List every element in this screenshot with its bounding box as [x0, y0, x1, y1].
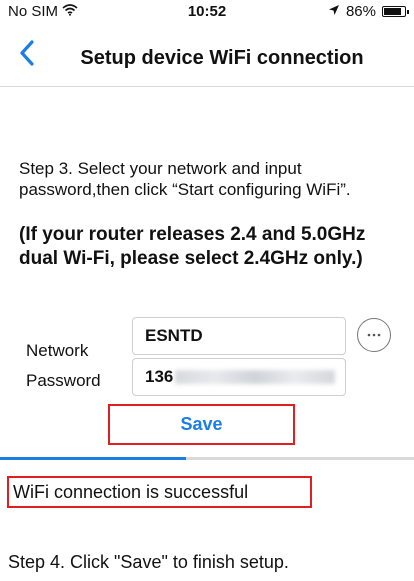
save-button[interactable]: Save [108, 404, 295, 445]
network-label: Network [26, 341, 89, 360]
success-text: WiFi connection is successful [13, 481, 249, 502]
network-picker-button[interactable] [357, 318, 391, 352]
status-bar: No SIM 10:52 86% [0, 0, 414, 22]
battery-level [384, 7, 402, 15]
progress-fill [0, 457, 187, 460]
page-title: Setup device WiFi connection [80, 47, 364, 69]
clock: 10:52 [187, 2, 227, 20]
battery-icon [382, 5, 409, 17]
success-message: WiFi connection is successful [7, 476, 312, 508]
step4-instruction: Step 4. Click "Save" to finish setup. [8, 552, 289, 572]
password-field[interactable] [132, 358, 346, 396]
navigation-bar: Setup device WiFi connection [0, 22, 414, 87]
password-label: Password [26, 371, 101, 390]
dual-band-warning: (If your router releases 2.4 and 5.0GHz … [19, 224, 366, 269]
step3-instruction: Step 3. Select your network and input pa… [19, 159, 351, 199]
more-horizontal-icon [367, 333, 381, 337]
progress-bar [0, 457, 414, 460]
network-field[interactable] [132, 317, 346, 355]
